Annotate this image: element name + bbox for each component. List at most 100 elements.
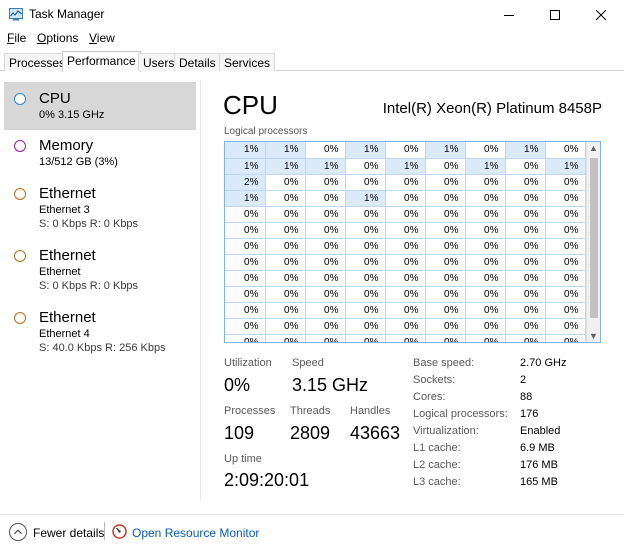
grid-row: 1% 0% 0% 1% 0% 0% 0% 0% 0% <box>225 190 586 207</box>
logical-processor-cell: 0% <box>545 286 586 303</box>
logical-processor-cell: 0% <box>265 254 306 271</box>
scroll-thumb[interactable] <box>590 158 598 318</box>
logical-processor-cell: 0% <box>545 206 586 223</box>
fewer-details-button[interactable]: Fewer details <box>33 526 104 540</box>
sidebar-item-title: Memory <box>39 137 94 154</box>
logical-processor-cell: 0% <box>465 334 506 342</box>
logical-processor-cell: 0% <box>385 334 426 342</box>
logical-processor-cell: 0% <box>225 222 266 239</box>
sidebar-item-ethernet-4[interactable]: Ethernet Ethernet 4 S: 40.0 Kbps R: 256 … <box>4 306 196 360</box>
grid-row: 2% 0% 0% 0% 0% 0% 0% 0% 0% <box>225 174 586 191</box>
close-button[interactable] <box>578 0 624 30</box>
logical-processor-cell: 1% <box>345 190 386 207</box>
open-resource-monitor-link[interactable]: Open Resource Monitor <box>132 526 259 540</box>
l2-cache-value: 176 MB <box>520 459 558 471</box>
logical-processor-cell: 1% <box>265 158 306 175</box>
chevron-up-icon[interactable] <box>9 523 27 541</box>
sidebar-item-detail: Ethernet <box>39 266 81 278</box>
logical-processors-spec-label: Logical processors: <box>413 408 508 420</box>
handles-value: 43663 <box>350 423 401 443</box>
logical-processor-cell: 0% <box>425 302 466 319</box>
performance-sidebar: CPU 0% 3.15 GHz Memory 13/512 GB (3%) Et… <box>0 80 198 500</box>
l3-cache-value: 165 MB <box>520 476 558 488</box>
logical-processor-cell: 0% <box>505 158 546 175</box>
logical-processor-cell: 0% <box>465 270 506 287</box>
menu-options[interactable]: Options <box>37 31 78 45</box>
sidebar-item-throughput: S: 0 Kbps R: 0 Kbps <box>39 218 139 230</box>
logical-processor-cell: 0% <box>265 302 306 319</box>
logical-processor-cell: 1% <box>545 158 586 175</box>
scroll-down-icon[interactable]: ▼ <box>589 331 598 341</box>
threads-label: Threads <box>290 405 331 417</box>
sidebar-item-throughput: S: 0 Kbps R: 0 Kbps <box>39 280 139 292</box>
minimize-button[interactable] <box>486 0 532 30</box>
logical-processor-cell: 0% <box>545 238 586 255</box>
logical-processor-cell: 1% <box>305 158 346 175</box>
sidebar-item-cpu[interactable]: CPU 0% 3.15 GHz <box>4 82 196 130</box>
menu-file[interactable]: File <box>7 31 26 45</box>
tab-details[interactable]: Details <box>174 53 221 71</box>
tab-performance[interactable]: Performance <box>62 51 141 72</box>
logical-processor-cell: 0% <box>305 142 346 159</box>
tab-services[interactable]: Services <box>219 53 276 71</box>
grid-scrollbar[interactable]: ▲ ▼ <box>586 142 600 342</box>
logical-processor-cell: 0% <box>225 286 266 303</box>
logical-processor-grid[interactable]: 1% 1% 0% 1% 0% 1% 0% 1% 0% 1% 1% 1% 0% 1% 0% 1% 0% 1% 2% 0%… <box>224 141 601 343</box>
logical-processor-cell: 0% <box>265 270 306 287</box>
tab-strip: Processes Performance Users Details Serv… <box>0 51 624 72</box>
sidebar-item-memory[interactable]: Memory 13/512 GB (3%) <box>4 134 196 174</box>
logical-processor-cell: 0% <box>265 190 306 207</box>
logical-processors-spec-value: 176 <box>520 408 539 420</box>
sidebar-item-title: CPU <box>39 90 71 107</box>
grid-row: 0% 0% 0% 0% 0% 0% 0% 0% 0% <box>225 318 586 335</box>
sidebar-item-ethernet[interactable]: Ethernet Ethernet S: 0 Kbps R: 0 Kbps <box>4 244 196 298</box>
resource-monitor-icon[interactable] <box>112 524 127 539</box>
logical-processor-cell: 0% <box>505 206 546 223</box>
grid-row: 0% 0% 0% 0% 0% 0% 0% 0% 0% <box>225 238 586 255</box>
tab-processes[interactable]: Processes <box>4 53 71 71</box>
logical-processor-cell: 0% <box>225 302 266 319</box>
logical-processor-cell: 0% <box>545 222 586 239</box>
logical-processor-cell: 0% <box>345 270 386 287</box>
logical-processor-cell: 0% <box>265 206 306 223</box>
sockets-label: Sockets: <box>413 374 456 386</box>
menu-view[interactable]: View <box>89 31 115 45</box>
maximize-button[interactable] <box>532 0 578 30</box>
logical-processor-cell: 0% <box>265 238 306 255</box>
logical-processor-cell: 0% <box>465 254 506 271</box>
logical-processor-cell: 0% <box>305 270 346 287</box>
sidebar-item-title: Ethernet <box>39 247 96 264</box>
logical-processor-cell: 0% <box>505 222 546 239</box>
logical-processor-cell: 0% <box>505 334 546 342</box>
scroll-up-icon[interactable]: ▲ <box>589 143 598 153</box>
cores-label: Cores: <box>413 391 446 403</box>
grid-row: 0% 0% 0% 0% 0% 0% 0% 0% 0% <box>225 270 586 287</box>
sidebar-item-detail: 0% 3.15 GHz <box>39 109 105 121</box>
logical-processor-cell: 0% <box>545 174 586 191</box>
page-title: CPU <box>223 90 278 120</box>
logical-processor-cell: 0% <box>385 238 426 255</box>
virtualization-value: Enabled <box>520 425 561 437</box>
logical-processor-cell: 0% <box>305 222 346 239</box>
logical-processor-cell: 0% <box>425 174 466 191</box>
speed-label: Speed <box>292 357 324 369</box>
cores-value: 88 <box>520 391 533 403</box>
logical-processor-cell: 0% <box>345 174 386 191</box>
logical-processor-cell: 0% <box>345 206 386 223</box>
logical-processor-cell: 0% <box>225 238 266 255</box>
task-manager-icon <box>9 8 23 21</box>
sidebar-item-title: Ethernet <box>39 309 96 326</box>
base-speed-label: Base speed: <box>413 357 475 369</box>
logical-processor-cell: 0% <box>265 222 306 239</box>
logical-processor-cell: 0% <box>225 334 266 342</box>
sidebar-item-ethernet-3[interactable]: Ethernet Ethernet 3 S: 0 Kbps R: 0 Kbps <box>4 182 196 236</box>
logical-processor-cell: 0% <box>465 238 506 255</box>
logical-processor-cell: 0% <box>305 238 346 255</box>
logical-processor-cell: 0% <box>385 302 426 319</box>
logical-processor-cell: 0% <box>305 174 346 191</box>
logical-processor-cell: 0% <box>225 254 266 271</box>
logical-processor-cell: 0% <box>505 270 546 287</box>
maximize-icon <box>550 10 560 20</box>
logical-processor-cell: 0% <box>425 254 466 271</box>
logical-processor-cell: 0% <box>385 206 426 223</box>
